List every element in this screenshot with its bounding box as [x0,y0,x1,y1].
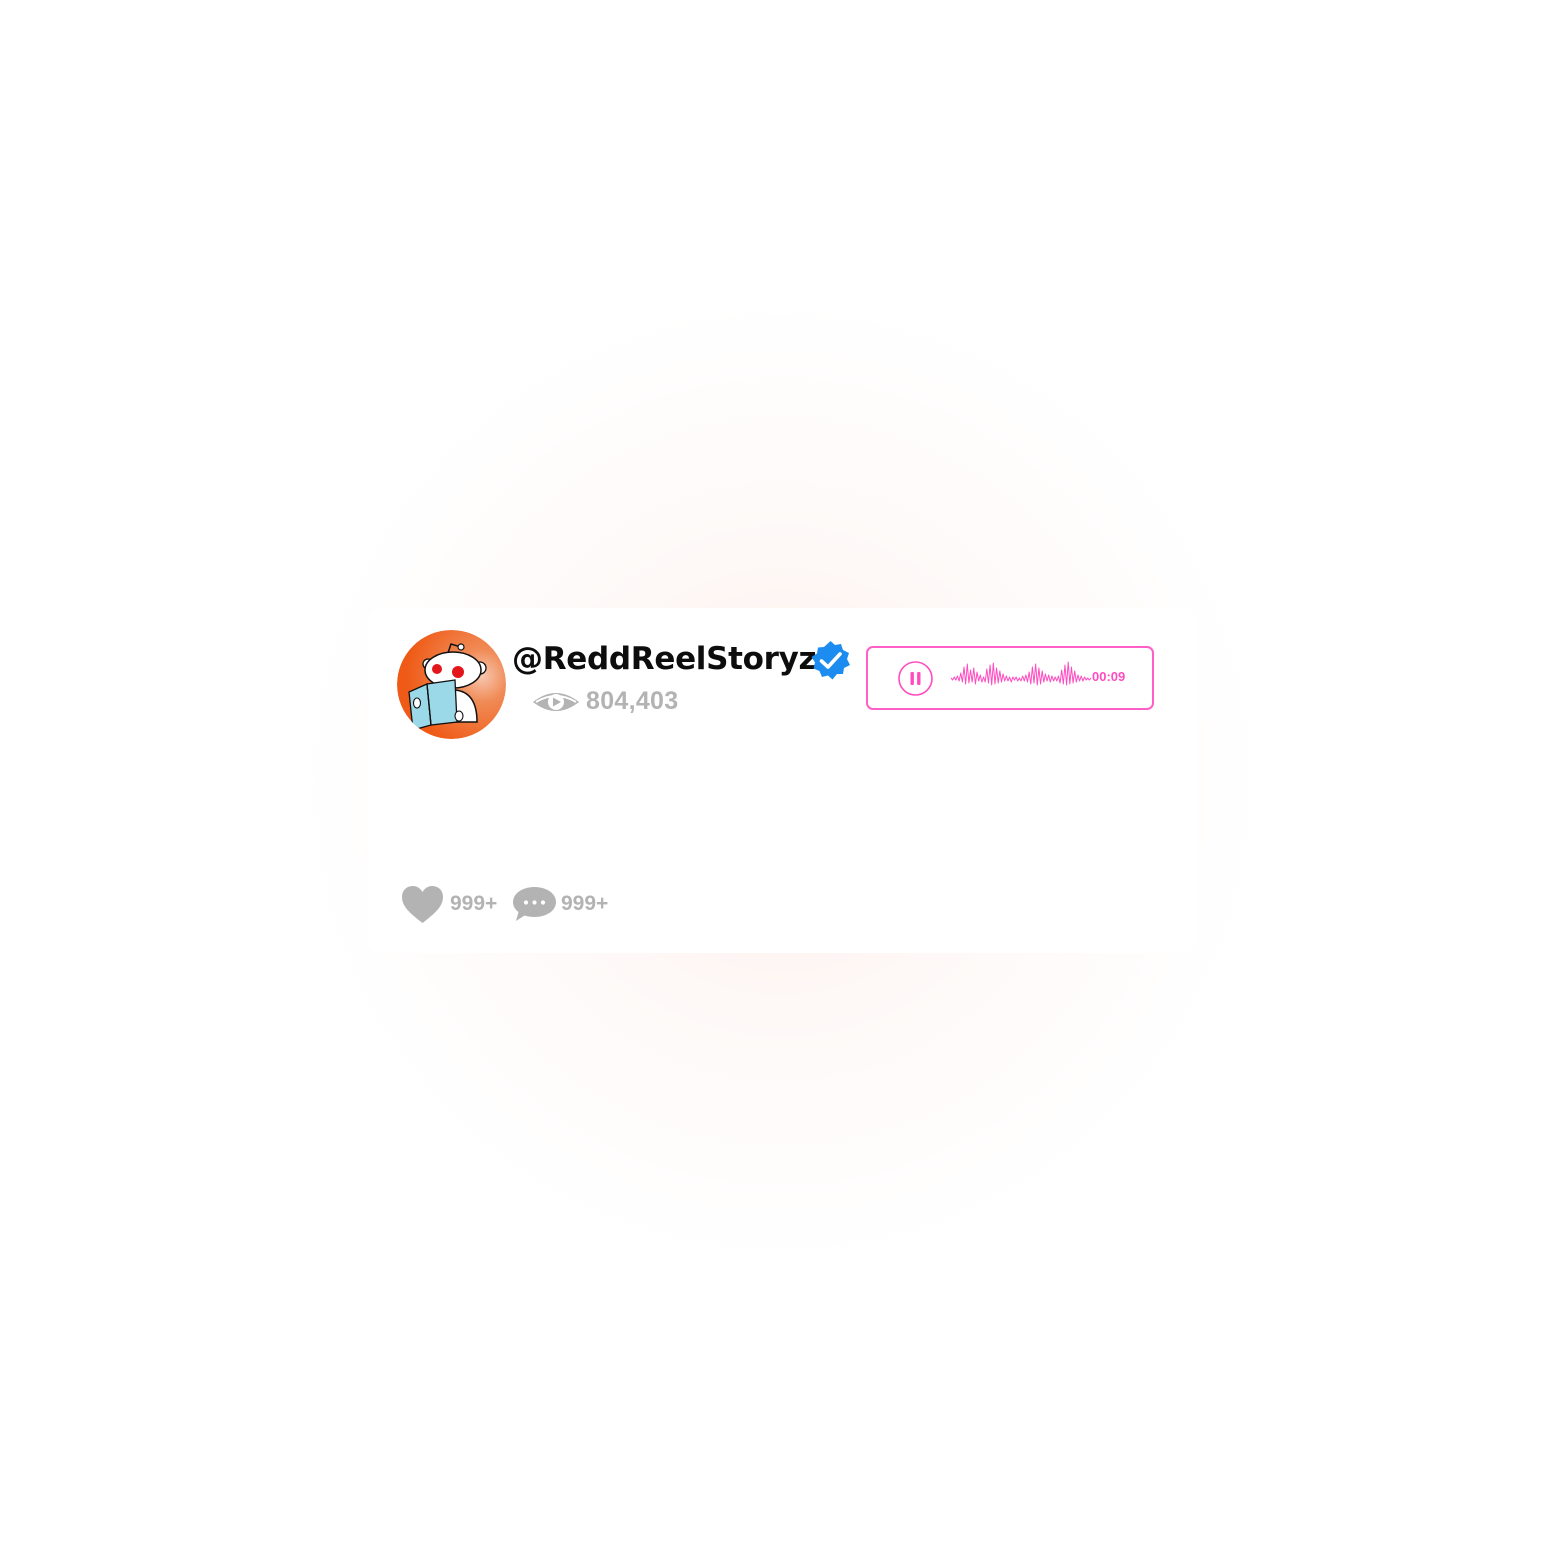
verified-badge-icon [810,640,851,681]
pause-icon [898,661,933,696]
audio-waveform [951,661,1091,686]
view-count: 804,403 [586,687,679,715]
playback-time: 00:09 [1092,669,1126,684]
heart-icon [402,886,443,923]
comment-bubble-icon [513,887,556,921]
like-count: 999+ [450,892,498,915]
comment-count: 999+ [561,892,609,915]
snoo-avatar-image [397,630,506,739]
pause-button[interactable] [898,661,933,696]
like-button[interactable] [401,885,444,924]
avatar[interactable] [397,630,506,739]
comment-button[interactable] [512,886,557,922]
username[interactable]: @ReddReelStoryz [512,637,817,681]
eye-play-icon [530,688,582,716]
audio-player[interactable]: 00:09 [866,646,1154,710]
